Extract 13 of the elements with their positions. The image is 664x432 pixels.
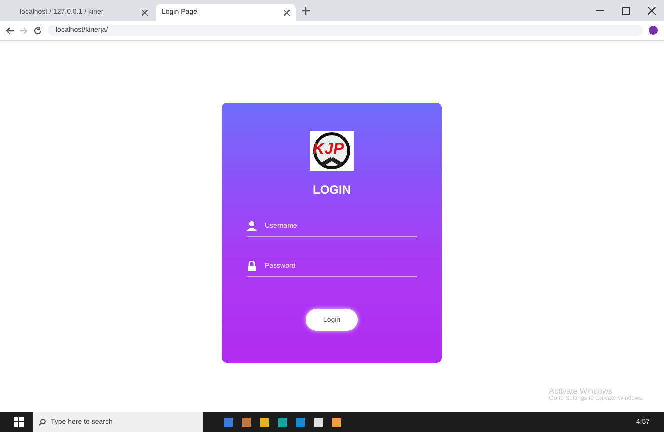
back-arrow-icon[interactable] [6, 26, 14, 34]
search-icon [39, 418, 46, 426]
close-icon [284, 10, 290, 16]
maximize-icon[interactable] [622, 6, 630, 14]
new-tab-icon[interactable] [302, 6, 310, 14]
login-title: LOGIN [313, 183, 351, 197]
profile-avatar-icon[interactable] [649, 26, 658, 35]
reload-icon[interactable] [34, 26, 42, 34]
windows-start-icon [14, 417, 24, 427]
close-icon[interactable] [648, 6, 656, 14]
lock-icon [247, 261, 257, 271]
user-icon [247, 221, 257, 231]
close-icon [142, 10, 148, 16]
